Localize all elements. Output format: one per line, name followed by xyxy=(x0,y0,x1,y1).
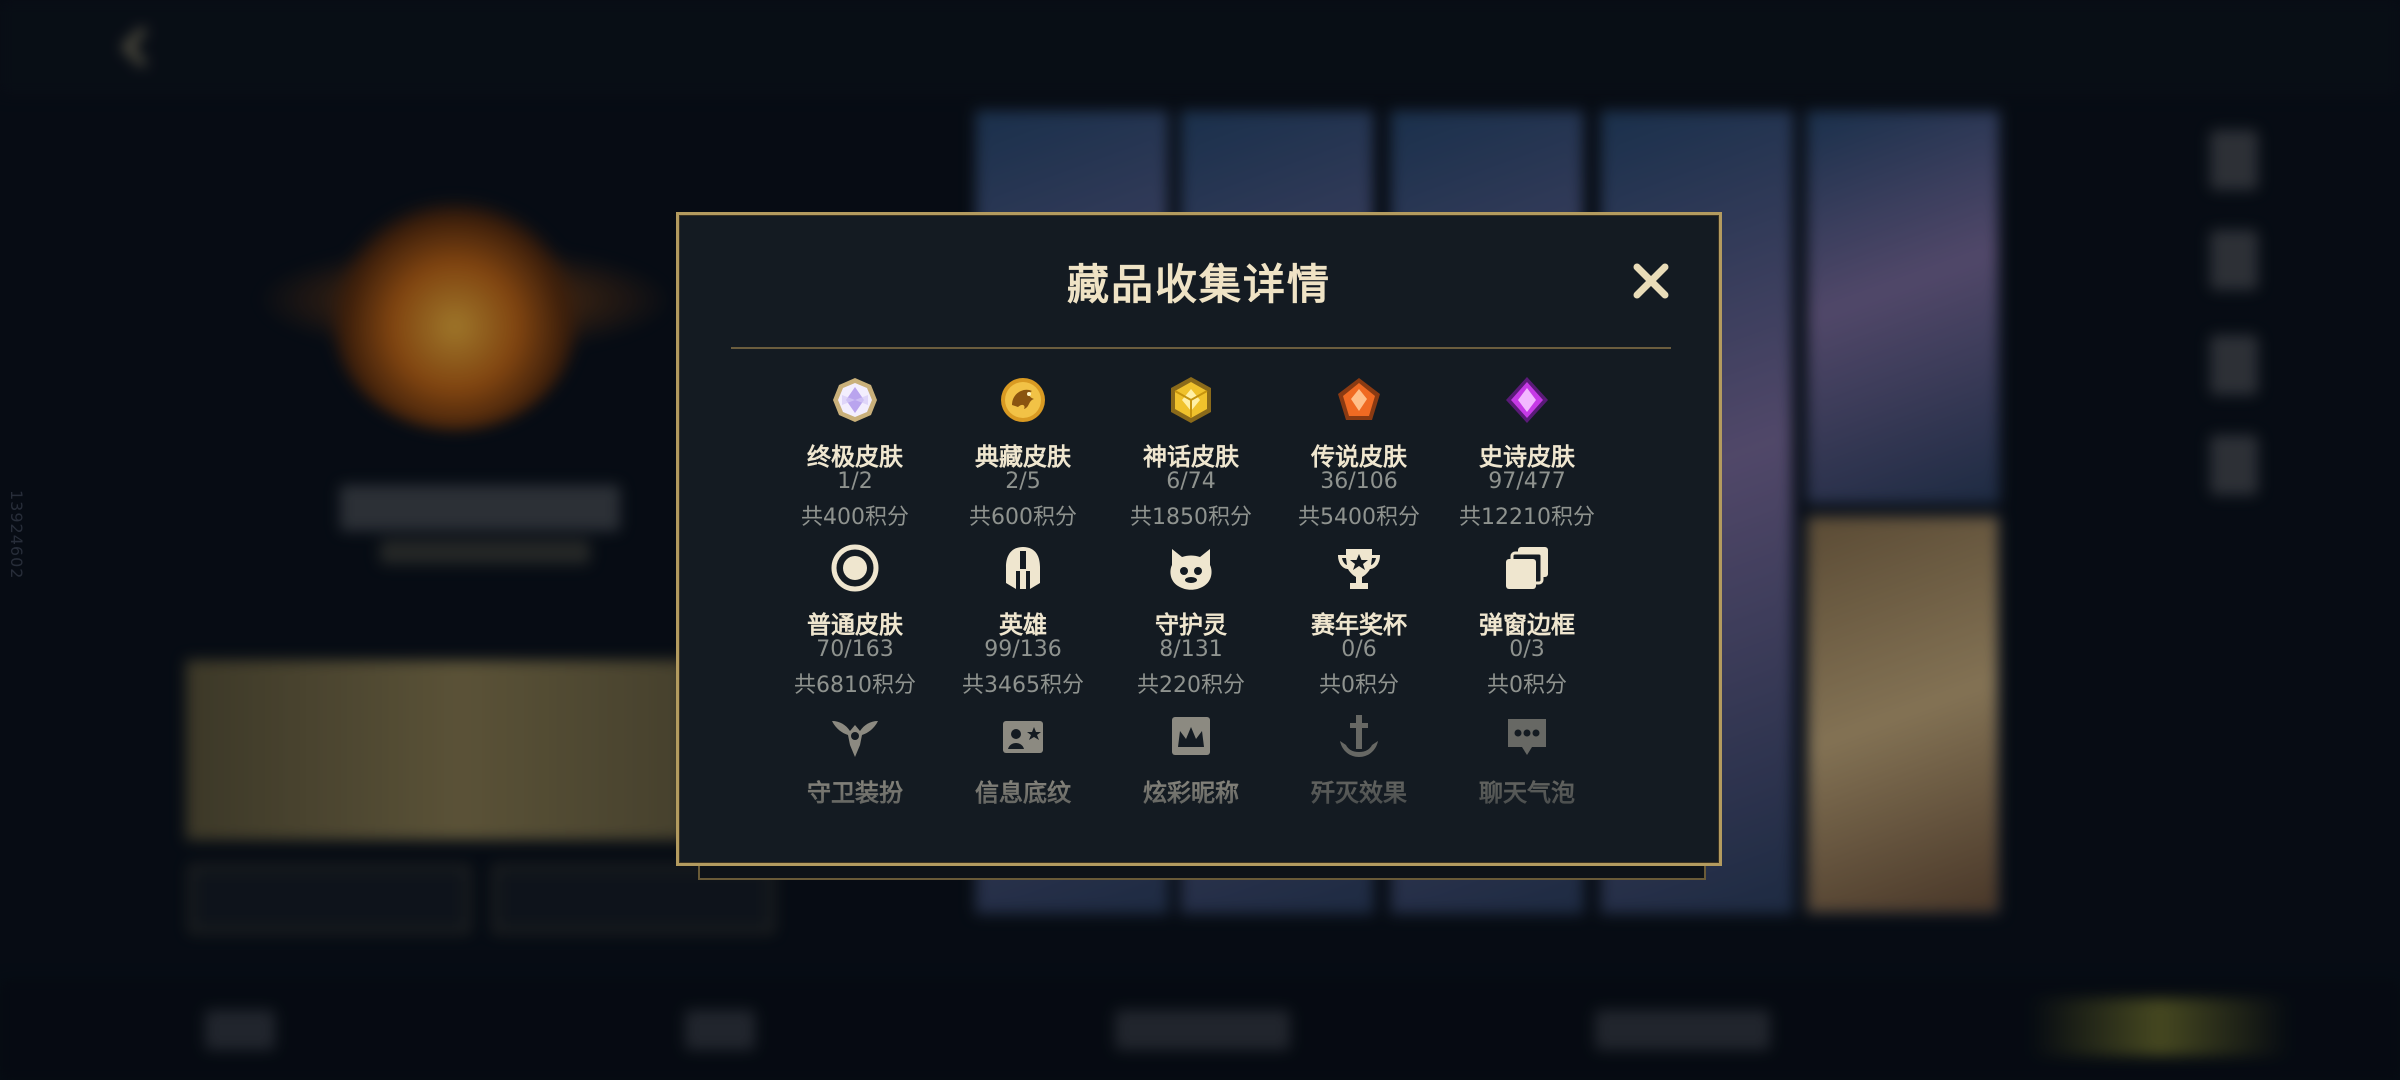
collection-item-mythic-skin[interactable]: 神话皮肤 6/74 共1850积分 xyxy=(1107,375,1275,535)
ace-effect-icon xyxy=(1340,715,1378,757)
item-name: 赛年奖杯 xyxy=(1311,611,1407,639)
item-progress: 36/106 xyxy=(1320,469,1398,494)
collection-item-epic-skin[interactable]: 史诗皮肤 97/477 共12210积分 xyxy=(1443,375,1611,535)
mythic-skin-gem-icon xyxy=(1171,377,1211,423)
hero-helmet-icon xyxy=(1006,547,1040,589)
item-name: 典藏皮肤 xyxy=(975,443,1071,471)
collection-grid: 终极皮肤 1/2 共400积分 典藏皮肤 2/5 共600积分 神话皮肤 6/7… xyxy=(771,375,1611,845)
colorful-nickname-icon xyxy=(1172,717,1210,755)
item-name: 普通皮肤 xyxy=(807,611,903,639)
guardian-spirit-icon xyxy=(1170,549,1212,590)
ward-skin-icon xyxy=(832,721,878,757)
item-name: 歼灭效果 xyxy=(1311,779,1407,807)
item-points: 共1850积分 xyxy=(1130,505,1252,530)
item-name: 史诗皮肤 xyxy=(1479,443,1575,471)
item-progress: 0/3 xyxy=(1509,637,1545,662)
item-name: 守护灵 xyxy=(1155,611,1227,639)
collection-item-ward-skin[interactable]: 守卫装扮 xyxy=(771,711,939,845)
common-skin-ring-icon xyxy=(831,544,879,592)
modal-bottom-edge xyxy=(698,864,1706,880)
collection-item-legendary-skin[interactable]: 传说皮肤 36/106 共5400积分 xyxy=(1275,375,1443,535)
collection-item-info-pattern[interactable]: 信息底纹 xyxy=(939,711,1107,845)
item-points: 共0积分 xyxy=(1319,673,1399,698)
item-points: 共0积分 xyxy=(1487,673,1567,698)
item-progress: 1/2 xyxy=(837,469,873,494)
item-progress: 8/131 xyxy=(1159,637,1223,662)
ultimate-skin-gem-icon xyxy=(833,378,877,422)
item-name: 守卫装扮 xyxy=(807,779,903,807)
info-pattern-icon xyxy=(1003,721,1043,753)
collection-item-hero[interactable]: 英雄 99/136 共3465积分 xyxy=(939,543,1107,703)
item-name: 信息底纹 xyxy=(975,779,1071,807)
item-progress: 2/5 xyxy=(1005,469,1041,494)
item-points: 共220积分 xyxy=(1137,673,1245,698)
collection-item-collection-skin[interactable]: 典藏皮肤 2/5 共600积分 xyxy=(939,375,1107,535)
modal-title: 藏品收集详情 xyxy=(1066,260,1331,309)
item-name: 聊天气泡 xyxy=(1479,779,1575,807)
collection-item-popup-frame[interactable]: 弹窗边框 0/3 共0积分 xyxy=(1443,543,1611,703)
item-points: 共600积分 xyxy=(969,505,1077,530)
collection-item-ace-effect[interactable]: 歼灭效果 xyxy=(1275,711,1443,845)
item-progress: 6/74 xyxy=(1166,469,1216,494)
collection-item-colorful-nickname[interactable]: 炫彩昵称 xyxy=(1107,711,1275,845)
item-name: 终极皮肤 xyxy=(807,443,903,471)
item-name: 传说皮肤 xyxy=(1311,443,1407,471)
item-name: 弹窗边框 xyxy=(1479,611,1575,639)
legendary-skin-gem-icon xyxy=(1338,378,1380,420)
chat-bubble-icon xyxy=(1508,719,1546,755)
collection-item-common-skin[interactable]: 普通皮肤 70/163 共6810积分 xyxy=(771,543,939,703)
collection-item-ultimate-skin[interactable]: 终极皮肤 1/2 共400积分 xyxy=(771,375,939,535)
item-progress: 70/163 xyxy=(816,637,894,662)
item-name: 英雄 xyxy=(999,611,1047,639)
item-points: 共3465积分 xyxy=(962,673,1084,698)
collection-item-guardian-spirit[interactable]: 守护灵 8/131 共220积分 xyxy=(1107,543,1275,703)
close-button[interactable] xyxy=(1625,255,1677,307)
item-points: 共12210积分 xyxy=(1459,505,1595,530)
item-progress: 97/477 xyxy=(1488,469,1566,494)
item-points: 共400积分 xyxy=(801,505,909,530)
collection-item-chat-bubble[interactable]: 聊天气泡 xyxy=(1443,711,1611,845)
collection-details-modal: 藏品收集详情 终极皮肤 1/2 共400积分 典藏皮肤 2/5 共600积分 神… xyxy=(676,212,1722,866)
trophy-icon xyxy=(1338,549,1380,589)
item-points: 共6810积分 xyxy=(794,673,916,698)
item-name: 神话皮肤 xyxy=(1143,443,1239,471)
popup-frame-icon xyxy=(1506,547,1548,589)
item-progress: 0/6 xyxy=(1341,637,1377,662)
epic-skin-gem-icon xyxy=(1506,377,1548,423)
title-divider xyxy=(731,347,1671,349)
item-points: 共5400积分 xyxy=(1298,505,1420,530)
item-progress: 99/136 xyxy=(984,637,1062,662)
close-x-icon xyxy=(1633,263,1669,299)
collection-skin-dragon-icon xyxy=(1001,378,1045,422)
item-name: 炫彩昵称 xyxy=(1143,779,1239,807)
collection-item-season-trophy[interactable]: 赛年奖杯 0/6 共0积分 xyxy=(1275,543,1443,703)
